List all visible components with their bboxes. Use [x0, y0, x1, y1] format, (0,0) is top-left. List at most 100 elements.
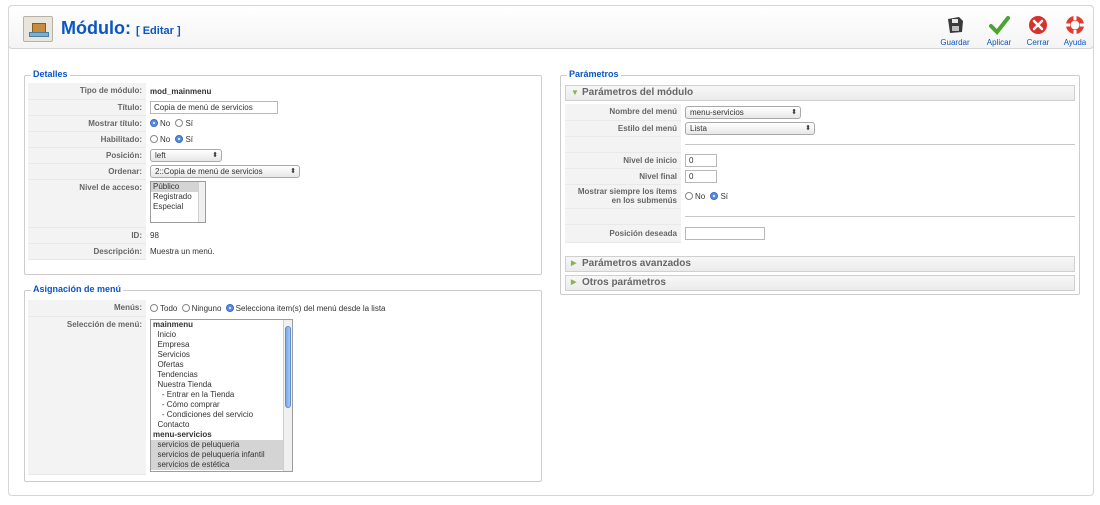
start-level-input[interactable]: 0 — [685, 153, 717, 167]
menu-item-option[interactable]: Empresa — [151, 340, 292, 350]
show-title-yes-radio[interactable] — [175, 118, 184, 127]
menu-item-option[interactable]: servicios de peluqueria — [151, 440, 292, 450]
always-show-yes-radio[interactable] — [710, 191, 719, 200]
help-label: Ayuda — [1063, 38, 1087, 47]
collapsed-arrow-icon: ▶ — [571, 260, 577, 267]
apply-label: Aplicar — [986, 38, 1012, 47]
menu-item-option[interactable]: Servicios — [151, 350, 292, 360]
save-button[interactable]: Guardar — [935, 14, 975, 47]
title-input[interactable]: Copia de menú de servicios — [150, 100, 278, 114]
menu-item-option[interactable]: Contacto — [151, 420, 292, 430]
always-show-no-radio[interactable] — [685, 191, 693, 200]
save-label: Guardar — [940, 38, 970, 47]
module-params-toggle[interactable]: ▼ Parámetros del módulo — [565, 85, 1075, 101]
select-arrows-icon: ⬍ — [791, 108, 797, 116]
details-legend: Detalles — [31, 69, 70, 79]
show-title-label: Mostrar título: — [28, 115, 146, 132]
order-label: Ordenar: — [28, 163, 146, 180]
show-title-yes-label: Sí — [185, 118, 194, 128]
assignment-legend: Asignación de menú — [31, 284, 124, 294]
select-arrows-icon: ⬍ — [290, 167, 296, 175]
lifebuoy-icon — [1066, 16, 1084, 34]
menu-name-label: Nombre del menú — [565, 104, 681, 121]
show-title-no-radio[interactable] — [150, 118, 158, 127]
access-scrollbar[interactable] — [198, 182, 205, 222]
access-option-public[interactable]: Público — [151, 182, 205, 192]
menu-style-select[interactable]: Lista ⬍ — [685, 121, 815, 135]
enabled-label: Habilitado: — [28, 131, 146, 148]
menus-select-radio[interactable] — [225, 303, 234, 312]
menus-all-radio[interactable] — [150, 303, 158, 312]
menu-item-option[interactable]: - Condiciones del servicio — [151, 410, 292, 420]
enabled-no-label: No — [160, 134, 171, 144]
order-select[interactable]: 2::Copia de menú de servicios ⬍ — [150, 164, 300, 178]
type-label: Tipo de módulo: — [28, 83, 146, 100]
page-title: Módulo: [ Editar ] — [61, 18, 181, 39]
access-label: Nivel de acceso: — [28, 179, 146, 228]
page-subtitle: [ Editar ] — [136, 25, 181, 37]
close-button[interactable]: Cerrar — [1018, 14, 1058, 47]
description-label: Descripción: — [28, 243, 146, 260]
selection-label: Selección de menú: — [28, 316, 146, 475]
checkmark-icon — [989, 16, 1010, 36]
divider — [685, 143, 1075, 145]
select-arrows-icon: ⬍ — [805, 124, 811, 132]
always-show-label-line2: en los submenús — [611, 196, 677, 205]
type-value: mod_mainmenu — [150, 86, 212, 96]
spacer-key — [565, 208, 681, 225]
menu-style-label: Estilo del menú — [565, 120, 681, 137]
advanced-params-label: Parámetros avanzados — [582, 258, 691, 269]
menu-scrollbar[interactable] — [283, 320, 292, 471]
always-show-label-line1: Mostrar siempre los ítems — [577, 187, 677, 196]
id-label: ID: — [28, 227, 146, 244]
access-option-special[interactable]: Especial — [151, 202, 205, 212]
page-title-text: Módulo: — [61, 18, 131, 38]
menu-group-header[interactable]: mainmenu — [151, 320, 292, 330]
menu-item-option[interactable]: servicios de estética — [151, 460, 292, 470]
menu-item-option[interactable]: - Cómo comprar — [151, 400, 292, 410]
details-fieldset: Detalles Tipo de módulo: mod_mainmenu Tí… — [24, 69, 542, 275]
params-fieldset: Parámetros ▼ Parámetros del módulo Nombr… — [560, 69, 1080, 295]
menu-item-option[interactable]: Ofertas — [151, 360, 292, 370]
divider — [685, 215, 1075, 217]
menu-selection-listbox[interactable]: mainmenu Inicio Empresa Servicios Oferta… — [150, 319, 293, 472]
start-level-label: Nivel de inicio — [565, 152, 681, 169]
menus-select-label: Selecciona item(s) del menú desde la lis… — [235, 303, 386, 313]
enabled-yes-radio[interactable] — [175, 134, 184, 143]
menu-item-option[interactable]: Inicio — [151, 330, 292, 340]
menu-assignment-fieldset: Asignación de menú Menús: Todo Ninguno S… — [24, 284, 542, 482]
menu-name-value: menu-servicios — [690, 107, 744, 117]
menus-none-radio[interactable] — [181, 303, 190, 312]
close-label: Cerrar — [1026, 38, 1050, 47]
help-button[interactable]: Ayuda — [1055, 14, 1095, 47]
select-arrows-icon: ⬍ — [212, 151, 218, 159]
title-label: Título: — [28, 99, 146, 116]
menus-all-label: Todo — [160, 303, 178, 313]
advanced-params-toggle[interactable]: ▶ Parámetros avanzados — [565, 256, 1075, 272]
menu-scrollbar-thumb[interactable] — [285, 326, 291, 408]
menu-item-option[interactable]: servicios de peluqueria infantil — [151, 450, 292, 460]
other-params-toggle[interactable]: ▶ Otros parámetros — [565, 275, 1075, 291]
menu-style-value: Lista — [690, 123, 707, 133]
position-value: left — [155, 150, 166, 160]
module-icon — [23, 16, 53, 42]
end-level-input[interactable]: 0 — [685, 169, 717, 183]
menu-item-option[interactable]: Nuestra Tienda — [151, 380, 292, 390]
params-legend: Parámetros — [567, 69, 621, 79]
toolbar: Módulo: [ Editar ] Guardar Aplicar Cerra… — [8, 5, 1094, 49]
access-listbox[interactable]: Público Registrado Especial — [150, 181, 206, 223]
menu-group-header[interactable]: menu-servicios — [151, 430, 292, 440]
enabled-no-radio[interactable] — [150, 134, 158, 143]
show-title-no-label: No — [160, 118, 171, 128]
menu-name-select[interactable]: menu-servicios ⬍ — [685, 105, 801, 119]
position-select[interactable]: left ⬍ — [150, 148, 222, 162]
menu-item-option[interactable]: - Entrar en la Tienda — [151, 390, 292, 400]
apply-button[interactable]: Aplicar — [979, 14, 1019, 47]
position-label: Posición: — [28, 147, 146, 164]
description-value: Muestra un menú. — [150, 246, 215, 256]
desired-position-input[interactable] — [685, 226, 765, 240]
menu-item-option[interactable]: Tendencias — [151, 370, 292, 380]
access-option-registered[interactable]: Registrado — [151, 192, 205, 202]
always-show-yes-label: Sí — [720, 191, 729, 201]
collapsed-arrow-icon: ▶ — [571, 279, 577, 286]
